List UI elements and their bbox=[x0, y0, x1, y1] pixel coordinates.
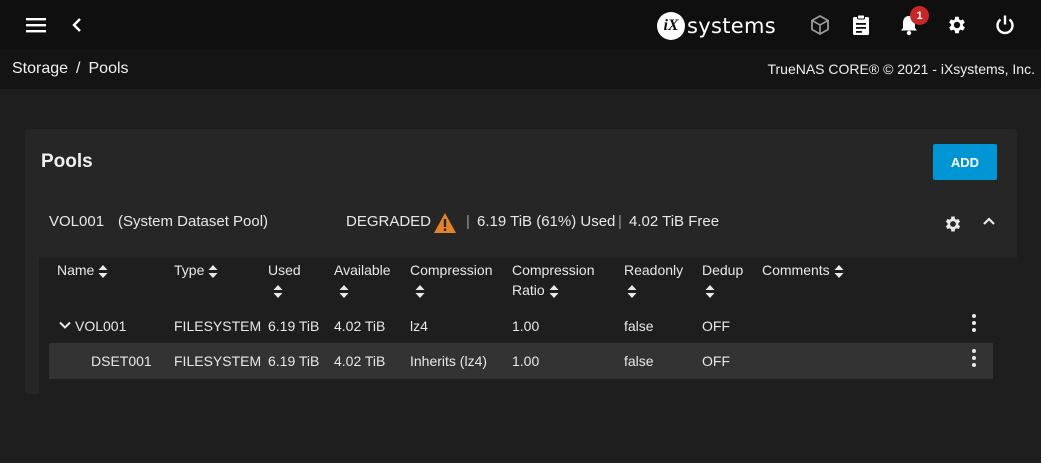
logo-text: systems bbox=[687, 14, 776, 38]
breadcrumb-separator: / bbox=[76, 60, 81, 77]
table-row[interactable]: DSET001 FILESYSTEM 6.19 TiB 4.02 TiB Inh… bbox=[49, 343, 993, 379]
column-header-type[interactable]: Type bbox=[174, 260, 218, 280]
cell-compression-ratio: 1.00 bbox=[512, 353, 540, 369]
breadcrumb: Storage / Pools bbox=[12, 60, 129, 78]
cell-used: 6.19 TiB bbox=[268, 353, 320, 369]
column-header-name[interactable]: Name bbox=[57, 260, 108, 280]
column-header-compression[interactable]: Compression bbox=[410, 260, 492, 300]
cell-type: FILESYSTEM bbox=[174, 318, 262, 334]
cell-available: 4.02 TiB bbox=[334, 353, 386, 369]
cell-compression-ratio: 1.00 bbox=[512, 318, 540, 334]
sort-icon bbox=[627, 284, 637, 298]
expand-chevron-down-icon[interactable] bbox=[59, 321, 71, 330]
cell-name: DSET001 bbox=[91, 353, 152, 369]
pools-card: Pools ADD VOL001 (System Dataset Pool) D… bbox=[25, 129, 1017, 394]
pool-header-row: VOL001 (System Dataset Pool) DEGRADED | … bbox=[25, 202, 1017, 242]
clipboard-icon[interactable] bbox=[848, 12, 874, 38]
cell-readonly: false bbox=[624, 318, 654, 334]
cell-compression: Inherits (lz4) bbox=[410, 353, 488, 369]
breadcrumb-item-storage[interactable]: Storage bbox=[12, 60, 68, 77]
logo-mark: iX bbox=[657, 12, 685, 40]
cell-dedup: OFF bbox=[702, 353, 730, 369]
warning-triangle-icon[interactable] bbox=[433, 212, 457, 234]
column-header-compression-ratio[interactable]: Compression Ratio bbox=[512, 260, 594, 300]
sort-icon bbox=[98, 264, 108, 278]
top-toolbar: iX systems 1 bbox=[0, 0, 1041, 49]
pool-separator: | bbox=[618, 213, 622, 230]
column-header-comments[interactable]: Comments bbox=[762, 260, 844, 280]
pool-settings-gear-icon[interactable] bbox=[943, 214, 963, 234]
sort-icon bbox=[339, 284, 349, 298]
column-header-readonly[interactable]: Readonly bbox=[624, 260, 683, 300]
cell-used: 6.19 TiB bbox=[268, 318, 320, 334]
copyright-text[interactable]: TrueNAS CORE® © 2021 - iXsystems, Inc. bbox=[767, 61, 1035, 77]
pool-status: DEGRADED bbox=[346, 213, 432, 230]
power-icon[interactable] bbox=[992, 12, 1018, 38]
column-header-dedup[interactable]: Dedup bbox=[702, 260, 743, 300]
sort-icon bbox=[705, 284, 715, 298]
sort-icon bbox=[273, 284, 283, 298]
column-header-available[interactable]: Available bbox=[334, 260, 391, 300]
sort-icon bbox=[415, 284, 425, 298]
sort-icon bbox=[834, 264, 844, 278]
ixsystems-logo: iX systems bbox=[657, 12, 776, 40]
breadcrumb-item-pools: Pools bbox=[88, 60, 129, 77]
notification-count-badge: 1 bbox=[910, 6, 929, 25]
cell-compression: lz4 bbox=[410, 318, 428, 334]
hamburger-menu-icon[interactable] bbox=[24, 12, 50, 38]
table-row[interactable]: VOL001 FILESYSTEM 6.19 TiB 4.02 TiB lz4 … bbox=[49, 308, 993, 344]
cell-available: 4.02 TiB bbox=[334, 318, 386, 334]
cell-name: VOL001 bbox=[75, 318, 127, 334]
sort-icon bbox=[549, 284, 559, 298]
collapse-chevron-up-icon[interactable] bbox=[982, 214, 996, 228]
more-vert-icon[interactable] bbox=[971, 349, 977, 369]
add-button[interactable]: ADD bbox=[933, 144, 997, 180]
column-header-used[interactable]: Used bbox=[268, 260, 301, 300]
gear-icon[interactable] bbox=[944, 12, 970, 38]
pool-subtitle: (System Dataset Pool) bbox=[118, 213, 269, 230]
pool-separator: | bbox=[466, 213, 470, 230]
pool-used: 6.19 TiB (61%) Used bbox=[477, 213, 616, 230]
cell-dedup: OFF bbox=[702, 318, 730, 334]
sort-icon bbox=[208, 264, 218, 278]
cell-readonly: false bbox=[624, 353, 654, 369]
chevron-left-icon[interactable] bbox=[64, 12, 90, 38]
breadcrumb-bar: Storage / Pools TrueNAS CORE® © 2021 - iXs… bbox=[0, 49, 1041, 89]
cell-type: FILESYSTEM bbox=[174, 353, 262, 369]
page-title: Pools bbox=[41, 151, 93, 172]
pool-name: VOL001 bbox=[49, 213, 105, 230]
pool-free: 4.02 TiB Free bbox=[629, 213, 720, 230]
truecommand-icon[interactable] bbox=[807, 12, 833, 38]
more-vert-icon[interactable] bbox=[971, 314, 977, 334]
